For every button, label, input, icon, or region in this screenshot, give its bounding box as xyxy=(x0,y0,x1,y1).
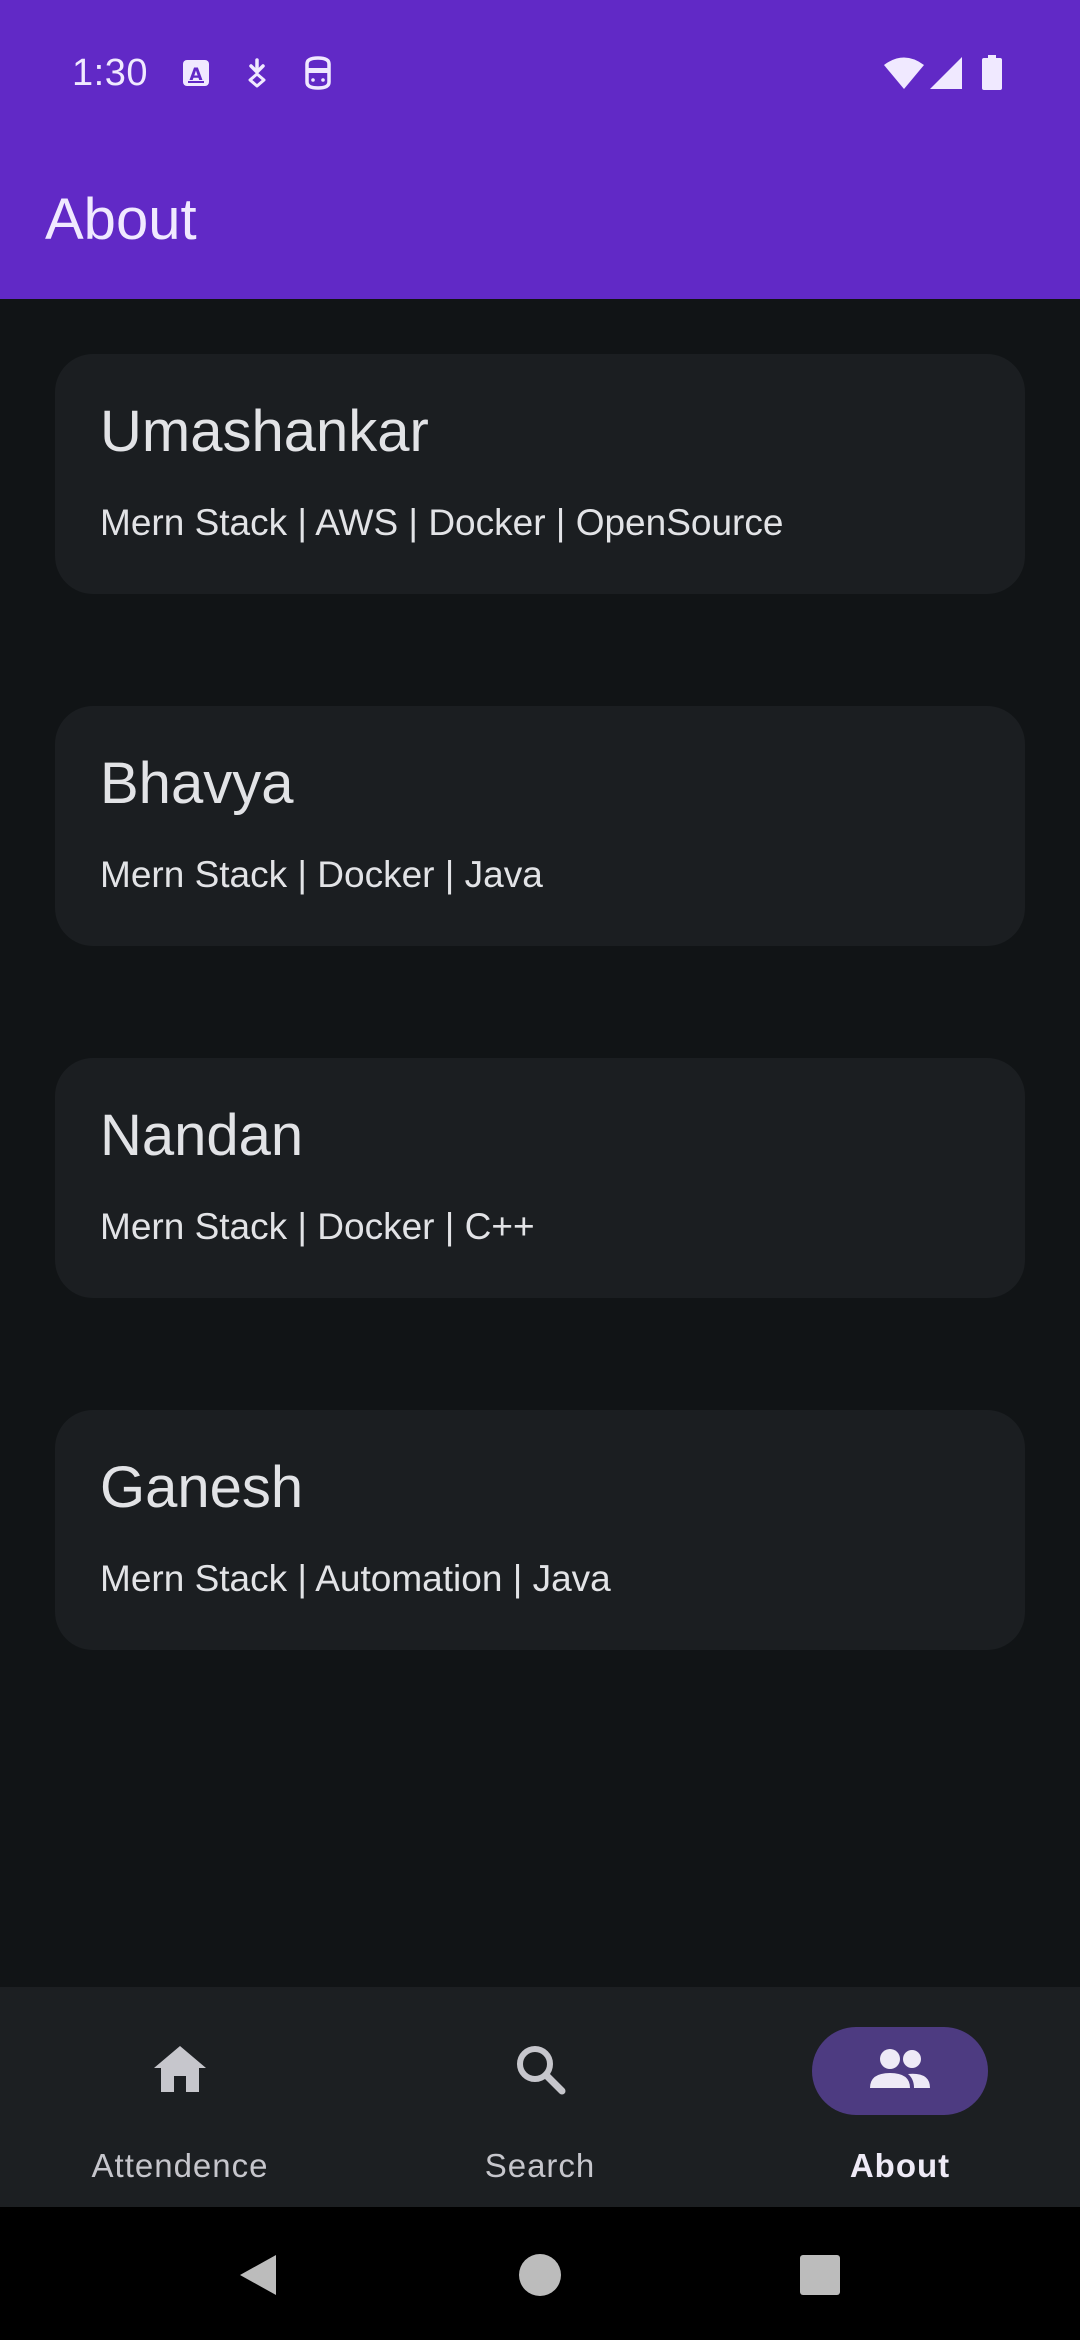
team-member-card: Nandan Mern Stack | Docker | C++ xyxy=(55,1058,1025,1298)
nav-item-attendence[interactable]: Attendence xyxy=(0,1987,360,2207)
people-icon xyxy=(868,2048,932,2095)
member-name: Ganesh xyxy=(100,1455,304,1520)
home-icon xyxy=(152,2044,208,2099)
search-icon xyxy=(514,2043,566,2100)
team-member-card: Ganesh Mern Stack | Automation | Java xyxy=(55,1410,1025,1650)
nav-label: About xyxy=(849,2147,951,2184)
nav-item-search[interactable]: Search xyxy=(360,1987,720,2207)
download-icon xyxy=(240,56,274,90)
system-navigation-bar xyxy=(0,2207,1080,2340)
page-title: About xyxy=(45,187,197,252)
member-skills: Mern Stack | AWS | Docker | OpenSource xyxy=(100,502,784,543)
home-circle-icon[interactable] xyxy=(512,2247,568,2303)
nav-item-about[interactable]: About xyxy=(720,1987,1080,2207)
member-name: Bhavya xyxy=(100,751,294,816)
member-skills: Mern Stack | Docker | Java xyxy=(100,854,543,895)
face-icon xyxy=(301,56,335,90)
recents-icon[interactable] xyxy=(792,2247,848,2303)
back-icon[interactable] xyxy=(230,2247,286,2303)
wifi-icon xyxy=(882,56,926,90)
signal-icon xyxy=(928,56,964,90)
member-name: Nandan xyxy=(100,1103,304,1168)
nav-indicator-active xyxy=(812,2027,988,2115)
team-member-card: Bhavya Mern Stack | Docker | Java xyxy=(55,706,1025,946)
member-skills: Mern Stack | Automation | Java xyxy=(100,1558,611,1599)
team-member-card: Umashankar Mern Stack | AWS | Docker | O… xyxy=(55,354,1025,594)
battery-icon xyxy=(978,55,1006,90)
nav-label: Attendence xyxy=(91,2147,269,2184)
member-name: Umashankar xyxy=(100,399,429,464)
bottom-navigation: Attendence Search About xyxy=(0,1987,1080,2207)
status-time: 1:30 xyxy=(72,52,148,94)
nav-indicator xyxy=(92,2027,268,2115)
member-skills: Mern Stack | Docker | C++ xyxy=(100,1206,535,1247)
status-bar: 1:30 A xyxy=(0,0,1080,150)
nav-label: Search xyxy=(484,2147,596,2184)
font-icon: A xyxy=(179,56,213,90)
nav-indicator xyxy=(452,2027,628,2115)
top-bar: 1:30 A About xyxy=(0,0,1080,299)
